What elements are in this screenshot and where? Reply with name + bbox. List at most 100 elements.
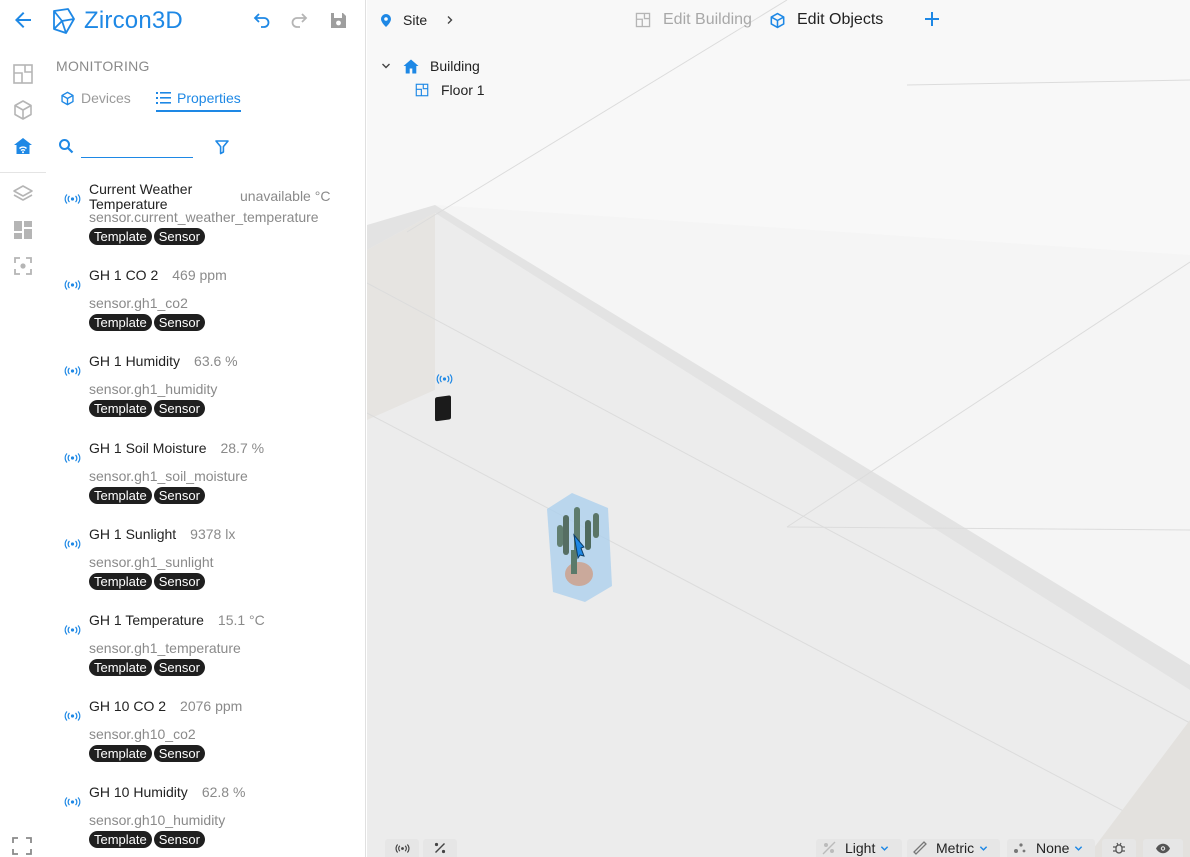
percentage-toggle[interactable] <box>423 839 457 857</box>
list-item[interactable]: GH 10 CO 2 2076 ppm sensor.gh10_co2 Templ… <box>46 695 365 781</box>
tag-chip: Sensor <box>153 831 205 849</box>
cube-icon <box>770 12 785 28</box>
ruler-icon <box>913 841 927 855</box>
arrow-left-icon <box>15 12 31 28</box>
undo-icon <box>253 13 270 28</box>
bug-icon <box>1113 842 1125 854</box>
cube-icon <box>61 91 74 105</box>
breadcrumb[interactable]: Site <box>381 12 455 28</box>
filter-button[interactable] <box>214 139 230 160</box>
floorplan-icon <box>415 83 429 97</box>
tree-item-floor[interactable]: Floor 1 <box>381 78 485 102</box>
list-item[interactable]: GH 1 Humidity 63.6 % sensor.gh1_humidity … <box>46 350 365 436</box>
tree-item-label: Floor 1 <box>441 82 485 98</box>
units-value: Metric <box>936 840 975 856</box>
entity-name: Current Weather Temperature <box>89 181 193 212</box>
edit-objects-button[interactable]: Edit Objects <box>769 11 883 29</box>
plus-icon <box>925 12 939 26</box>
search-icon <box>59 139 74 154</box>
entity-id: sensor.gh1_humidity <box>89 381 218 398</box>
entity-id: sensor.gh10_humidity <box>89 812 226 829</box>
map-pin-icon <box>381 13 391 27</box>
focus-button[interactable] <box>11 254 35 278</box>
layers-button[interactable] <box>11 182 35 206</box>
undo-button[interactable] <box>252 10 272 30</box>
list-item[interactable]: Current Weather Temperature unavailable … <box>46 178 365 264</box>
zircon-logo-icon <box>53 8 75 34</box>
debug-button[interactable] <box>1102 839 1136 857</box>
redo-button[interactable] <box>289 10 309 30</box>
entity-value: 2076 ppm <box>180 698 243 715</box>
entity-name: GH 1 Temperature <box>89 611 204 628</box>
list-item[interactable]: GH 1 Temperature 15.1 °C sensor.gh1_tempe… <box>46 609 365 695</box>
sensor-icon <box>64 366 81 377</box>
back-button[interactable] <box>11 8 35 32</box>
edit-building-label: Edit Building <box>663 11 752 28</box>
floorplan-mode-button[interactable] <box>11 62 35 86</box>
chevron-down-icon <box>881 845 889 851</box>
list-icon <box>156 92 171 104</box>
center-focus-icon <box>14 257 32 275</box>
tag-chip: Sensor <box>153 314 205 332</box>
entity-name: GH 1 Sunlight <box>89 525 177 542</box>
tab-properties-label: Properties <box>177 90 241 106</box>
sensor-icon <box>64 538 81 549</box>
cactus-plant[interactable] <box>547 493 612 602</box>
dashboard-button[interactable] <box>11 218 35 242</box>
list-item[interactable]: GH 1 Soil Moisture 28.7 % sensor.gh1_soil… <box>46 437 365 523</box>
list-item[interactable]: GH 1 CO 2 469 ppm sensor.gh1_co2 Template… <box>46 264 365 350</box>
units-select[interactable]: Metric <box>907 839 1000 857</box>
sensor-icon <box>64 797 81 808</box>
entity-value: unavailable °C <box>240 188 331 204</box>
sensor-overlay-toggle[interactable] <box>385 839 419 857</box>
add-object-button[interactable] <box>923 10 941 33</box>
save-button[interactable] <box>328 10 348 30</box>
tag-chip: Template <box>89 228 152 245</box>
lighting-select[interactable]: Light <box>816 839 902 857</box>
objects-mode-button[interactable] <box>11 98 35 122</box>
edit-objects-label: Edit Objects <box>797 11 884 28</box>
section-label: MONITORING <box>56 58 150 74</box>
overlay-value: None <box>1036 840 1070 856</box>
sensor-icon <box>64 452 81 463</box>
entity-id: sensor.gh1_co2 <box>89 295 188 312</box>
cube-icon <box>14 100 32 120</box>
entity-row-title: GH 1 Soil Moisture 28.7 % <box>89 439 265 456</box>
entity-id: sensor.gh1_temperature <box>89 639 241 656</box>
tag-chip: Sensor <box>153 228 205 245</box>
entity-value: 469 ppm <box>172 267 227 284</box>
list-item[interactable]: GH 1 Sunlight 9378 lx sensor.gh1_sunlight… <box>46 523 365 609</box>
entity-row-title: GH 10 CO 2 2076 ppm <box>89 699 242 714</box>
search-input[interactable] <box>81 140 193 158</box>
sensor-device[interactable] <box>435 395 451 422</box>
visibility-button[interactable] <box>1143 839 1183 857</box>
percent-icon <box>434 842 446 854</box>
list-item[interactable]: GH 10 Humidity 62.8 % sensor.gh10_humidit… <box>46 781 365 857</box>
rail-divider <box>0 172 46 173</box>
lighting-value: Light <box>845 840 876 856</box>
chevron-down-icon[interactable] <box>381 61 391 71</box>
tag-chip: Sensor <box>153 486 205 504</box>
entity-name: GH 1 CO 2 <box>89 267 159 284</box>
scene-canvas[interactable] <box>367 0 1190 857</box>
tag-chip: Sensor <box>153 400 205 418</box>
tree-item-label: Building <box>430 58 480 74</box>
side-panel: Zircon3D MONITORING Devices Properties C… <box>46 0 366 857</box>
search-button[interactable] <box>58 138 74 154</box>
sensor-icon <box>64 711 81 722</box>
entity-value: 15.1 °C <box>217 611 265 628</box>
3d-viewport[interactable]: Site Edit Building Edit Objects Building <box>367 0 1190 857</box>
tag-chip: Template <box>89 314 152 332</box>
entity-row-title: GH 10 Humidity 62.8 % <box>89 785 245 800</box>
breadcrumb-site[interactable]: Site <box>403 12 427 28</box>
edit-building-button[interactable]: Edit Building <box>635 11 752 29</box>
entity-value: 28.7 % <box>220 439 265 456</box>
home-wifi-icon <box>14 138 32 154</box>
overlay-select[interactable]: None <box>1007 839 1095 857</box>
tree-item-building[interactable]: Building <box>381 54 485 78</box>
tab-properties[interactable]: Properties <box>156 86 241 112</box>
fullscreen-button[interactable] <box>12 837 32 857</box>
tab-devices[interactable]: Devices <box>60 86 131 110</box>
save-icon <box>330 12 346 28</box>
monitoring-mode-button[interactable] <box>11 134 35 158</box>
